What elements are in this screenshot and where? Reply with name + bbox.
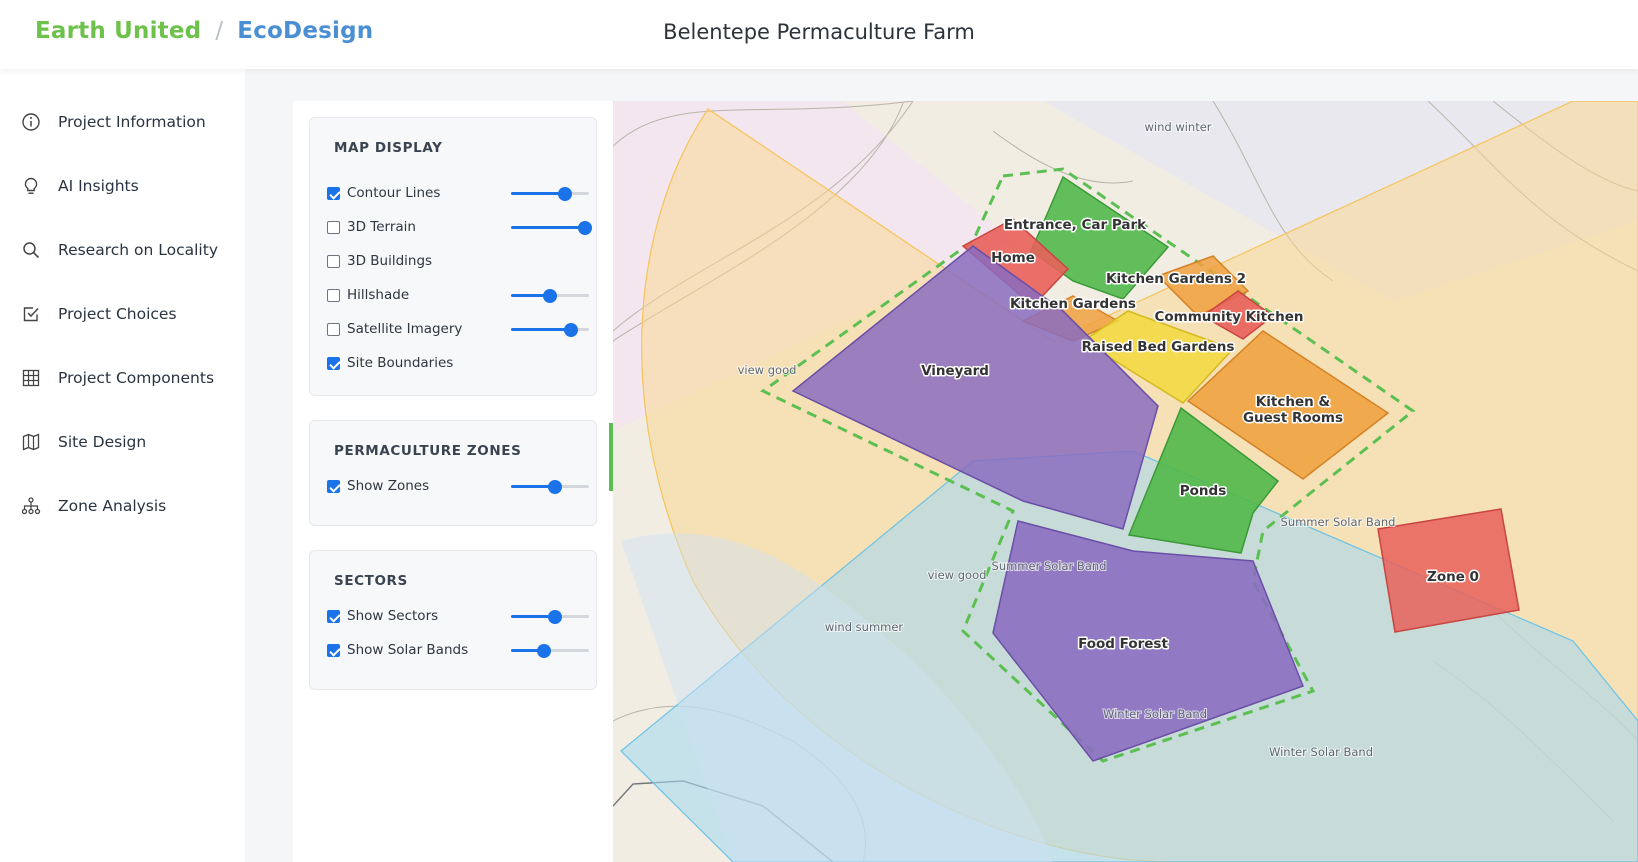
layer-row-3d-terrain: 3D Terrain [327, 218, 592, 238]
slider-handle[interactable] [558, 187, 573, 201]
layer-row-show-sectors: Show Sectors [327, 607, 589, 627]
card-title: MAP DISPLAY [334, 140, 443, 156]
top-bar: Earth United / EcoDesign Belentepe Permacu… [0, 0, 1638, 69]
zone-label-food-forest: Food Forest [1078, 636, 1168, 652]
sidebar-item-research-on-locality[interactable]: Research on Locality [0, 230, 245, 270]
slider-handle[interactable] [547, 610, 562, 624]
opacity-slider[interactable] [511, 289, 589, 303]
sector-label-winter-solar-band: Winter Solar Band [1103, 707, 1207, 721]
layer-row-show-solar-bands: Show Solar Bands [327, 641, 589, 661]
checkbox-icon [23, 307, 39, 322]
zone-label-kitchen-gardens-2: Kitchen Gardens 2 [1106, 271, 1246, 287]
layer-checkbox[interactable] [327, 644, 340, 657]
slider-handle[interactable] [543, 289, 557, 303]
zone-label-home: Home [991, 250, 1035, 266]
sidebar-item-label: AI Insights [58, 177, 139, 195]
card-title: PERMACULTURE ZONES [334, 443, 522, 459]
layer-control-panel: MAP DISPLAY Contour Lines 3D Terrain 3D … [293, 101, 613, 862]
slider-handle[interactable] [547, 480, 562, 494]
layer-row-show-zones: Show Zones [327, 477, 589, 497]
layer-row-site-boundaries: Site Boundaries [327, 354, 585, 374]
layer-label: 3D Buildings [347, 253, 433, 269]
sidebar-item-ai-insights[interactable]: AI Insights [0, 166, 245, 206]
sector-label-view-good: view good [928, 568, 987, 582]
opacity-slider[interactable] [511, 323, 589, 337]
opacity-slider[interactable] [511, 610, 589, 624]
sidebar-item-site-design[interactable]: Site Design [0, 422, 245, 462]
sidebar-item-project-components[interactable]: Project Components [0, 358, 245, 398]
slider-handle[interactable] [564, 323, 578, 337]
layer-checkbox[interactable] [327, 357, 340, 370]
zone-label-community-kitchen: Community Kitchen [1154, 309, 1303, 325]
layer-label: Hillshade [347, 287, 410, 303]
zone-label-kitchen-guest-1: Kitchen & [1256, 394, 1331, 410]
layer-row-contour-lines: Contour Lines [327, 184, 589, 204]
zone-label-raised-bed: Raised Bed Gardens [1082, 339, 1235, 355]
page-title: Belentepe Permaculture Farm [663, 20, 975, 44]
sidebar-item-label: Research on Locality [58, 241, 218, 259]
card-title: SECTORS [334, 573, 408, 589]
sidebar-item-label: Zone Analysis [58, 497, 167, 515]
zone-label-kitchen-guest-2: Guest Rooms [1243, 410, 1343, 426]
info-icon [22, 113, 40, 131]
layer-label: Show Solar Bands [347, 642, 469, 658]
grid-icon [22, 369, 40, 387]
sidebar-item-project-choices[interactable]: Project Choices [0, 294, 245, 334]
slider-handle[interactable] [578, 221, 592, 235]
opacity-slider[interactable] [511, 221, 592, 235]
sectors-card: SECTORS Show Sectors Show Solar Bands [309, 550, 597, 690]
sidebar-item-project-information[interactable]: Project Information [0, 102, 245, 142]
site-design-map[interactable]: Entrance, Car Park Home Kitchen Gardens … [613, 101, 1638, 862]
search-icon [23, 242, 40, 259]
zone-label-vineyard: Vineyard [921, 363, 989, 379]
opacity-slider[interactable] [511, 187, 589, 201]
sidebar-item-zone-analysis[interactable]: Zone Analysis [0, 486, 245, 526]
map-display-card: MAP DISPLAY Contour Lines 3D Terrain 3D … [309, 117, 597, 396]
map-canvas[interactable]: Entrance, Car Park Home Kitchen Gardens … [613, 101, 1638, 862]
slider-handle[interactable] [536, 644, 551, 658]
sector-label-view-good: view good [738, 363, 797, 377]
layer-checkbox[interactable] [327, 255, 340, 268]
opacity-slider[interactable] [511, 480, 589, 494]
opacity-slider[interactable] [511, 644, 589, 658]
layer-label: 3D Terrain [347, 219, 416, 235]
sector-label-summer-solar-band: Summer Solar Band [992, 559, 1107, 573]
layer-row-hillshade: Hillshade [327, 286, 589, 306]
layer-checkbox[interactable] [327, 610, 340, 623]
layer-checkbox[interactable] [327, 323, 340, 336]
sector-label-winter-solar-band: Winter Solar Band [1269, 745, 1373, 759]
map-icon [22, 433, 40, 451]
layer-label: Contour Lines [347, 185, 441, 201]
zone-label-entrance: Entrance, Car Park [1004, 217, 1147, 233]
sidebar-item-label: Project Information [58, 113, 206, 131]
sidebar-item-label: Site Design [58, 433, 147, 451]
layer-label: Satellite Imagery [347, 321, 463, 337]
layer-checkbox[interactable] [327, 480, 340, 493]
sidebar-item-label: Project Components [58, 369, 215, 387]
layer-row-satellite-imagery: Satellite Imagery [327, 320, 589, 340]
lightbulb-icon [24, 177, 38, 194]
layer-checkbox[interactable] [327, 221, 340, 234]
layer-label: Show Zones [347, 478, 430, 494]
layer-checkbox[interactable] [327, 187, 340, 200]
layer-row-3d-buildings: 3D Buildings [327, 252, 585, 272]
hierarchy-icon [21, 497, 41, 515]
zone-label-zone0: Zone 0 [1427, 569, 1479, 585]
layer-checkbox[interactable] [327, 289, 340, 302]
sector-label-summer-solar-band: Summer Solar Band [1281, 515, 1396, 529]
zone-label-kitchen-gardens: Kitchen Gardens [1010, 296, 1136, 312]
sidebar-item-label: Project Choices [58, 305, 177, 323]
sector-label-wind-summer: wind summer [825, 620, 904, 634]
layer-label: Site Boundaries [347, 355, 454, 371]
sidebar: Project Information AI Insights Research… [0, 69, 245, 862]
sector-label-wind-winter: wind winter [1144, 120, 1211, 134]
permaculture-zones-card: PERMACULTURE ZONES Show Zones [309, 420, 597, 526]
layer-label: Show Sectors [347, 608, 439, 624]
zone-label-ponds: Ponds [1180, 483, 1226, 499]
